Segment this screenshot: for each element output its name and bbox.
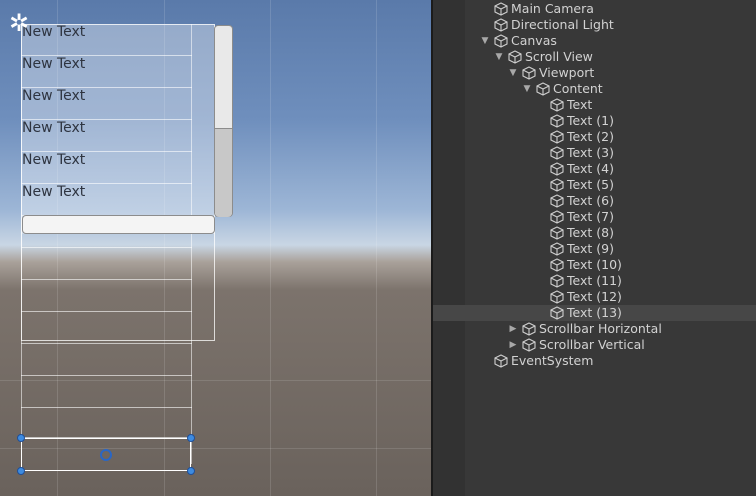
content-row [21, 406, 192, 438]
expand-arrow-right-icon[interactable]: ▶ [508, 337, 518, 353]
gameobject-cube-icon [508, 50, 522, 64]
hierarchy-item-viewport[interactable]: ▼ Viewport [433, 65, 756, 81]
hierarchy-item-main-camera[interactable]: Main Camera [433, 1, 756, 17]
hierarchy-item-text-7[interactable]: Text (7) [433, 209, 756, 225]
hierarchy-item-label: Directional Light [511, 17, 614, 32]
gameobject-cube-icon [550, 258, 564, 272]
vertical-scrollbar-handle[interactable] [215, 128, 232, 217]
expand-arrow-down-icon[interactable]: ▼ [480, 33, 490, 49]
gameobject-cube-icon [536, 82, 550, 96]
hierarchy-item-text[interactable]: Text [433, 97, 756, 113]
hierarchy-item-label: Scrollbar Horizontal [539, 321, 662, 336]
pivot-icon[interactable] [100, 449, 112, 461]
gameobject-cube-icon [550, 290, 564, 304]
hierarchy-item-text-2[interactable]: Text (2) [433, 129, 756, 145]
hierarchy-item-directional-light[interactable]: Directional Light [433, 17, 756, 33]
horizontal-scrollbar[interactable] [22, 215, 215, 234]
hierarchy-item-label: Text (4) [567, 161, 614, 176]
hierarchy-item-label: Viewport [539, 65, 595, 80]
item-text: New Text [22, 24, 86, 40]
hierarchy-item-text-1[interactable]: Text (1) [433, 113, 756, 129]
grid-line [376, 0, 377, 496]
hierarchy-item-label: Scroll View [525, 49, 593, 64]
gameobject-cube-icon [522, 338, 536, 352]
hierarchy-item-label: Text (3) [567, 145, 614, 160]
gameobject-cube-icon [550, 226, 564, 240]
gameobject-cube-icon [550, 98, 564, 112]
gameobject-cube-icon [522, 322, 536, 336]
hierarchy-item-label: Text [567, 97, 593, 112]
hierarchy-item-content[interactable]: ▼ Content [433, 81, 756, 97]
hierarchy-item-label: Text (9) [567, 241, 614, 256]
content-row [21, 376, 192, 408]
item-text: New Text [22, 152, 86, 168]
hierarchy-item-text-4[interactable]: Text (4) [433, 161, 756, 177]
hierarchy-item-label: Text (10) [567, 257, 622, 272]
gameobject-cube-icon [550, 306, 564, 320]
hierarchy-item-label: Content [553, 81, 603, 96]
rect-handle-bottom-right[interactable] [187, 467, 195, 475]
gameobject-cube-icon [494, 34, 508, 48]
hierarchy-item-label: Text (11) [567, 273, 622, 288]
expand-arrow-down-icon[interactable]: ▼ [522, 81, 532, 97]
gameobject-cube-icon [550, 114, 564, 128]
hierarchy-item-label: Text (12) [567, 289, 622, 304]
hierarchy-item-canvas[interactable]: ▼ Canvas [433, 33, 756, 49]
expand-arrow-down-icon[interactable]: ▼ [508, 65, 518, 81]
expand-arrow-right-icon[interactable]: ▶ [508, 321, 518, 337]
hierarchy-item-text-12[interactable]: Text (12) [433, 289, 756, 305]
hierarchy-panel: Main Camera Directional Light ▼ Canvas ▼ Scro… [433, 0, 756, 496]
hierarchy-item-text-6[interactable]: Text (6) [433, 193, 756, 209]
content-row [21, 344, 192, 376]
gameobject-cube-icon [494, 18, 508, 32]
gameobject-cube-icon [550, 162, 564, 176]
item-text: New Text [22, 120, 86, 136]
hierarchy-item-label: Text (2) [567, 129, 614, 144]
gameobject-cube-icon [494, 2, 508, 16]
item-text: New Text [22, 184, 86, 200]
scene-view[interactable]: New Text New Text New Text New Text New … [0, 0, 431, 496]
hierarchy-item-text-3[interactable]: Text (3) [433, 145, 756, 161]
gameobject-cube-icon [550, 210, 564, 224]
hierarchy-item-label: Text (1) [567, 113, 614, 128]
hierarchy-item-label: Text (8) [567, 225, 614, 240]
gameobject-cube-icon [550, 178, 564, 192]
hierarchy-item-label: Canvas [511, 33, 557, 48]
hierarchy-item-label: Scrollbar Vertical [539, 337, 645, 352]
hierarchy-item-eventsystem[interactable]: EventSystem [433, 353, 756, 369]
gameobject-cube-icon [550, 194, 564, 208]
hierarchy-item-label: Text (7) [567, 209, 614, 224]
item-text: New Text [22, 88, 86, 104]
hierarchy-item-label: Text (13) [567, 305, 622, 320]
hierarchy-item-label: Text (5) [567, 177, 614, 192]
hierarchy-item-text-8[interactable]: Text (8) [433, 225, 756, 241]
expand-arrow-down-icon[interactable]: ▼ [494, 49, 504, 65]
grid-line [270, 0, 271, 496]
gameobject-cube-icon [550, 242, 564, 256]
gameobject-cube-icon [550, 274, 564, 288]
hierarchy-item-label: EventSystem [511, 353, 594, 368]
hierarchy-item-text-13[interactable]: Text (13) [433, 305, 756, 321]
hierarchy-item-text-9[interactable]: Text (9) [433, 241, 756, 257]
gameobject-cube-icon [550, 146, 564, 160]
gameobject-cube-icon [550, 130, 564, 144]
hierarchy-item-text-11[interactable]: Text (11) [433, 273, 756, 289]
hierarchy-item-label: Text (6) [567, 193, 614, 208]
gameobject-cube-icon [494, 354, 508, 368]
gameobject-cube-icon [522, 66, 536, 80]
hierarchy-item-text-10[interactable]: Text (10) [433, 257, 756, 273]
rect-handle-top-left[interactable] [17, 434, 25, 442]
rect-handle-bottom-left[interactable] [17, 467, 25, 475]
hierarchy-item-scroll-view[interactable]: ▼ Scroll View [433, 49, 756, 65]
hierarchy-item-scrollbar-horizontal[interactable]: ▶ Scrollbar Horizontal [433, 321, 756, 337]
item-text: New Text [22, 56, 86, 72]
hierarchy-item-text-5[interactable]: Text (5) [433, 177, 756, 193]
rect-handle-top-right[interactable] [187, 434, 195, 442]
directional-light-icon[interactable]: ✲ [9, 11, 29, 35]
hierarchy-item-scrollbar-vertical[interactable]: ▶ Scrollbar Vertical [433, 337, 756, 353]
hierarchy-item-label: Main Camera [511, 1, 594, 16]
